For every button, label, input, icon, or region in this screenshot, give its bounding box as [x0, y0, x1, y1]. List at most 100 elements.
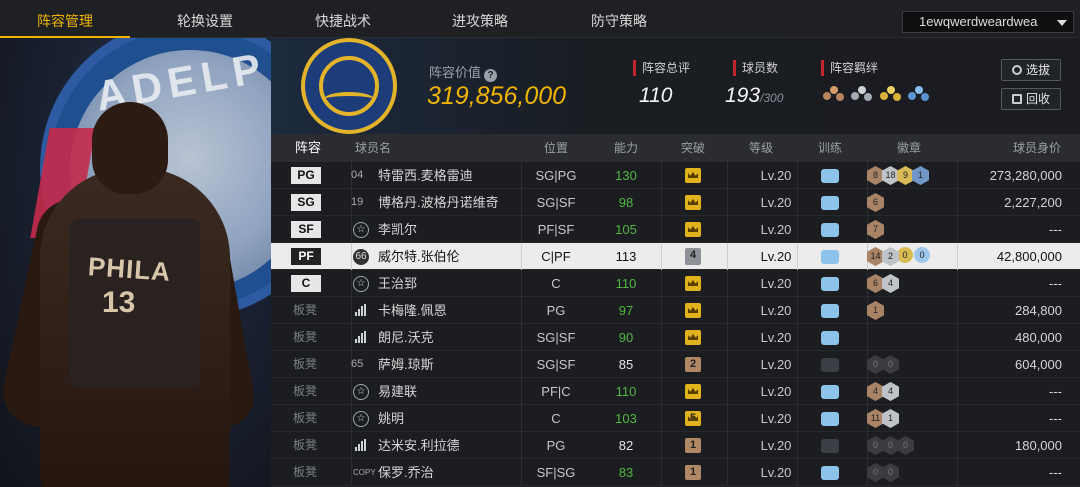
table-header: 阵容 球员名 位置 能力 突破 等级 训练 徽章 球员身价	[271, 134, 1080, 162]
badge-group[interactable]: 6	[867, 193, 884, 212]
table-row[interactable]: 板凳 ☆ 易建联 PF|C 110 Lv.20 4 4 ---	[271, 378, 1080, 405]
player-name[interactable]: 卡梅隆.佩恩	[378, 297, 447, 324]
table-row[interactable]: SG 19 博格丹.波格丹诺维奇 SG|SF 98 Lv.20 6 2,227,200	[271, 189, 1080, 216]
training-icon[interactable]	[821, 358, 839, 372]
badge-group[interactable]: 1	[867, 301, 884, 320]
tab-defense-strategy[interactable]: 防守策略	[554, 0, 684, 38]
recycle-button[interactable]: 回收	[1001, 88, 1061, 110]
select-player-button[interactable]: 选拔	[1001, 59, 1061, 81]
help-icon[interactable]: ?	[484, 69, 498, 82]
badge-icon: 11	[867, 409, 884, 428]
header-position[interactable]: 位置	[544, 134, 568, 162]
player-name[interactable]: 特雷西.麦格雷迪	[378, 162, 473, 189]
column-divider	[521, 297, 522, 324]
jersey-number: COPY	[353, 468, 376, 477]
tab-lineup-management[interactable]: 阵容管理	[0, 0, 130, 38]
player-ability: 98	[618, 195, 634, 210]
player-level: Lv.20	[760, 303, 792, 318]
column-divider	[521, 162, 522, 189]
header-lineup[interactable]: 阵容	[295, 134, 321, 162]
player-position: C|PF	[541, 249, 571, 264]
total-rating-label: 阵容总评	[633, 60, 690, 76]
player-value: 273,280,000	[989, 168, 1062, 183]
column-divider	[521, 189, 522, 216]
header-badges[interactable]: 徽章	[897, 134, 921, 162]
badge-group[interactable]: 00	[867, 463, 899, 482]
player-name[interactable]: 萨姆.琼斯	[378, 351, 434, 378]
player-ability: 105	[615, 222, 637, 237]
table-row[interactable]: PG 04 特雷西.麦格雷迪 SG|PG 130 Lv.20 8 18 9 1 273,280,00…	[271, 162, 1080, 189]
breakthrough-level: 5	[685, 411, 701, 426]
column-divider	[957, 459, 958, 486]
badge-group[interactable]: 14 2 0 0	[867, 247, 931, 266]
player-name[interactable]: 王治郅	[378, 270, 417, 297]
column-divider	[727, 432, 728, 459]
header-training[interactable]: 训练	[818, 134, 842, 162]
player-name[interactable]: 朗尼.沃克	[378, 324, 434, 351]
lineup-slot-badge: C	[291, 275, 321, 292]
breakthrough-level: 1	[685, 438, 701, 453]
header-value[interactable]: 球员身价	[1013, 134, 1061, 162]
tab-rotation-settings[interactable]: 轮换设置	[140, 0, 270, 38]
column-divider	[727, 297, 728, 324]
badge-group[interactable]: 44	[867, 382, 899, 401]
player-level: Lv.20	[760, 249, 792, 264]
training-icon[interactable]	[821, 277, 839, 291]
table-row[interactable]: 板凳 COPY 保罗.乔治 SF|SG 83 1 Lv.20 0 0 ---	[271, 459, 1080, 486]
table-row[interactable]: 板凳 ☆ 姚明 C 103 5 Lv.20 11 1 ---	[271, 405, 1080, 432]
player-name[interactable]: 易建联	[378, 378, 417, 405]
chemistry-gold-icon[interactable]	[879, 86, 902, 106]
badge-group[interactable]: 8 18 9 1	[867, 166, 929, 185]
tab-quick-tactics[interactable]: 快捷战术	[278, 0, 408, 38]
training-icon[interactable]	[821, 466, 839, 480]
training-icon[interactable]	[821, 223, 839, 237]
column-divider	[957, 432, 958, 459]
account-select[interactable]: 1ewqwerdweardwea	[902, 11, 1074, 33]
training-icon[interactable]	[821, 196, 839, 210]
column-divider	[727, 459, 728, 486]
badge-group[interactable]: 00	[867, 355, 899, 374]
player-ability: 82	[618, 438, 634, 453]
chemistry-blue-icon[interactable]	[908, 86, 930, 106]
header-breakthrough[interactable]: 突破	[681, 134, 705, 162]
column-divider	[727, 189, 728, 216]
column-divider	[957, 324, 958, 351]
table-row[interactable]: 板凳 65 萨姆.琼斯 SG|SF 85 2 Lv.20 0 0 604,000	[271, 351, 1080, 378]
player-level: Lv.20	[760, 357, 792, 372]
chemistry-bronze-icon[interactable]	[823, 86, 845, 106]
tab-offense-strategy[interactable]: 进攻策略	[415, 0, 545, 38]
training-icon[interactable]	[821, 169, 839, 183]
badge-group[interactable]: 64	[867, 274, 899, 293]
player-name[interactable]: 保罗.乔治	[378, 459, 434, 486]
player-name[interactable]: 姚明	[378, 405, 404, 432]
badge-group[interactable]: 11 1	[867, 409, 899, 428]
player-name[interactable]: 达米安.利拉德	[378, 432, 460, 459]
column-divider	[521, 459, 522, 486]
player-name[interactable]: 威尔特.张伯伦	[378, 243, 460, 270]
bench-label: 板凳	[293, 411, 318, 425]
table-row[interactable]: SF ☆ 李凯尔 PF|SF 105 Lv.20 7 ---	[271, 216, 1080, 243]
crown-icon	[685, 168, 701, 183]
table-row[interactable]: 板凳 朗尼.沃克 SG|SF 90 Lv.20 480,000	[271, 324, 1080, 351]
header-name[interactable]: 球员名	[355, 134, 391, 162]
table-row[interactable]: 板凳 达米安.利拉德 PG 82 1 Lv.20 0 0 0 180,000	[271, 432, 1080, 459]
training-icon[interactable]	[821, 250, 839, 264]
header-level[interactable]: 等级	[749, 134, 773, 162]
training-icon[interactable]	[821, 439, 839, 453]
table-row[interactable]: PF 66 威尔特.张伯伦 C|PF 113 4 Lv.20 14 2 0 0 42,800,000	[271, 243, 1080, 270]
chemistry-silver-icon[interactable]	[851, 86, 873, 106]
player-name[interactable]: 博格丹.波格丹诺维奇	[378, 189, 499, 216]
player-position: PF|SF	[537, 222, 575, 237]
player-name[interactable]: 李凯尔	[378, 216, 417, 243]
training-icon[interactable]	[821, 304, 839, 318]
table-row[interactable]: C ☆ 王治郅 C 110 Lv.20 6 4 ---	[271, 270, 1080, 297]
badge-group[interactable]: 000	[867, 436, 914, 455]
badge-icon: 1	[882, 409, 899, 428]
training-icon[interactable]	[821, 412, 839, 426]
player-ability: 85	[618, 357, 634, 372]
table-row[interactable]: 板凳 卡梅隆.佩恩 PG 97 Lv.20 1 284,800	[271, 297, 1080, 324]
badge-group[interactable]: 7	[867, 220, 884, 239]
training-icon[interactable]	[821, 331, 839, 345]
training-icon[interactable]	[821, 385, 839, 399]
header-ability[interactable]: 能力	[614, 134, 638, 162]
